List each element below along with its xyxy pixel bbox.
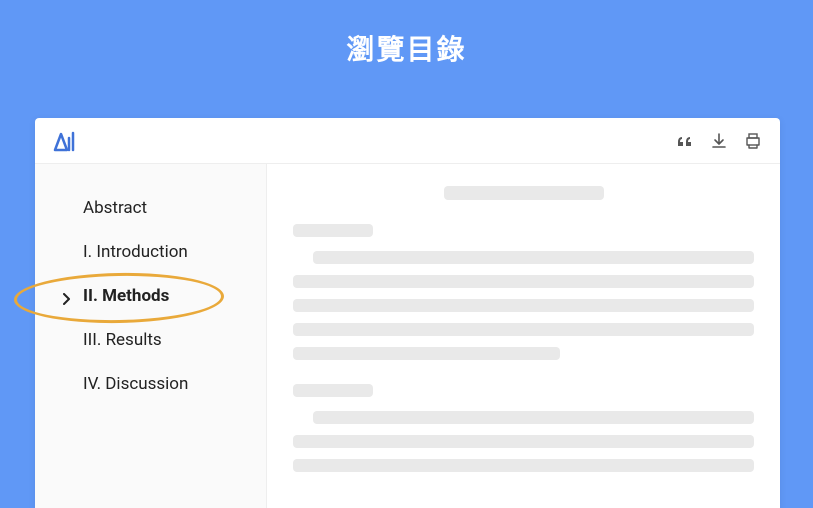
placeholder-line [293,275,754,288]
cite-icon[interactable] [676,132,694,150]
placeholder-line [293,435,754,448]
toc-label: IV. Discussion [83,374,188,394]
app-window: Abstract I. Introduction II. Methods III… [35,118,780,508]
document-preview [267,164,780,508]
toc-item-methods[interactable]: II. Methods [35,274,266,318]
toc-item-abstract[interactable]: Abstract [35,186,266,230]
page-title: 瀏覽目錄 [0,0,813,68]
chevron-right-icon [63,290,71,302]
placeholder-line [293,459,754,472]
toc-label: I. Introduction [83,242,188,262]
toc-label: II. Methods [83,286,169,306]
topbar [35,118,780,164]
placeholder-line [313,251,754,264]
logo-icon[interactable] [53,130,77,152]
placeholder-subheading [293,384,373,397]
download-icon[interactable] [710,132,728,150]
toc-label: III. Results [83,330,162,350]
topbar-actions [676,132,762,150]
toc-item-results[interactable]: III. Results [35,318,266,362]
toc-label: Abstract [83,198,147,218]
print-icon[interactable] [744,132,762,150]
content: Abstract I. Introduction II. Methods III… [35,164,780,508]
placeholder-line [313,411,754,424]
toc-item-discussion[interactable]: IV. Discussion [35,362,266,406]
placeholder-line [293,347,560,360]
placeholder-subheading [293,224,373,237]
placeholder-title [444,186,604,200]
placeholder-line [293,323,754,336]
toc-item-introduction[interactable]: I. Introduction [35,230,266,274]
placeholder-line [293,299,754,312]
toc-sidebar: Abstract I. Introduction II. Methods III… [35,164,267,508]
